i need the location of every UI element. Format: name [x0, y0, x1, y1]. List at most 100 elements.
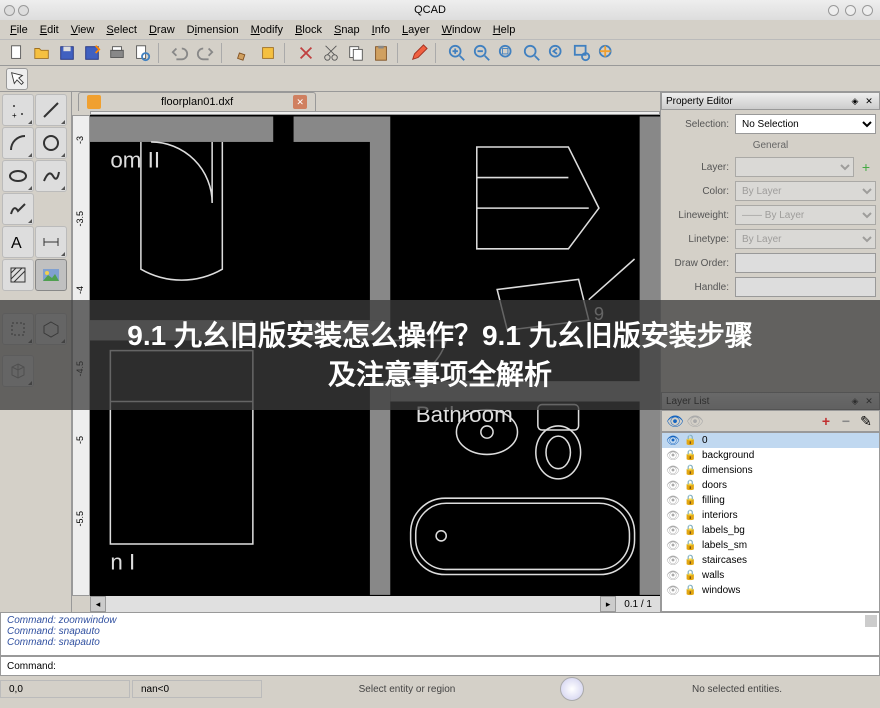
- menu-modify[interactable]: Modify: [247, 22, 287, 38]
- menu-layer[interactable]: Layer: [398, 22, 434, 38]
- lock-icon[interactable]: 🔒: [684, 435, 698, 446]
- eye-icon[interactable]: 👁: [666, 479, 680, 492]
- window-close-button[interactable]: [862, 5, 873, 16]
- eye-icon[interactable]: 👁: [666, 554, 680, 567]
- paste-button[interactable]: [370, 42, 392, 64]
- linetype-dropdown[interactable]: By Layer: [735, 229, 876, 249]
- layer-hideall-icon[interactable]: 👁: [686, 412, 704, 430]
- circle-tool[interactable]: [35, 127, 67, 159]
- menu-edit[interactable]: Edit: [36, 22, 63, 38]
- layer-item[interactable]: 👁🔒0: [662, 433, 879, 448]
- selection-dropdown[interactable]: No Selection: [735, 114, 876, 134]
- eye-icon[interactable]: 👁: [666, 539, 680, 552]
- fill-button[interactable]: [257, 42, 279, 64]
- menu-file[interactable]: File: [6, 22, 32, 38]
- zoom-prev-button[interactable]: [546, 42, 568, 64]
- layer-item[interactable]: 👁🔒windows: [662, 583, 879, 598]
- menu-help[interactable]: Help: [489, 22, 520, 38]
- doc-close-button[interactable]: ✕: [293, 95, 307, 109]
- lock-icon[interactable]: 🔒: [684, 450, 698, 461]
- add-layer-button[interactable]: +: [856, 157, 876, 177]
- lock-icon[interactable]: 🔒: [684, 465, 698, 476]
- menu-draw[interactable]: Draw: [145, 22, 179, 38]
- layer-add-button[interactable]: +: [817, 412, 835, 430]
- scroll-right-button[interactable]: ▸: [600, 596, 616, 612]
- zoom-extents-button[interactable]: [496, 42, 518, 64]
- open-button[interactable]: [31, 42, 53, 64]
- eye-icon[interactable]: 👁: [666, 449, 680, 462]
- menu-snap[interactable]: Snap: [330, 22, 364, 38]
- menu-info[interactable]: Info: [368, 22, 394, 38]
- window-pin-button[interactable]: [18, 5, 29, 16]
- lock-icon[interactable]: 🔒: [684, 570, 698, 581]
- spline-tool[interactable]: [35, 160, 67, 192]
- polyline-tool[interactable]: [2, 193, 34, 225]
- color-dropdown[interactable]: By Layer: [735, 181, 876, 201]
- menu-block[interactable]: Block: [291, 22, 326, 38]
- save-button[interactable]: [56, 42, 78, 64]
- eye-icon[interactable]: 👁: [666, 584, 680, 597]
- eye-icon[interactable]: 👁: [666, 434, 680, 447]
- layer-item[interactable]: 👁🔒staircases: [662, 553, 879, 568]
- handle-input[interactable]: [735, 277, 876, 297]
- menu-select[interactable]: Select: [102, 22, 141, 38]
- eye-icon[interactable]: 👁: [666, 569, 680, 582]
- redo-button[interactable]: [194, 42, 216, 64]
- layer-dropdown[interactable]: [735, 157, 854, 177]
- zoom-in-button[interactable]: [446, 42, 468, 64]
- scroll-left-button[interactable]: ◂: [90, 596, 106, 612]
- selection-cursor-button[interactable]: [6, 68, 28, 90]
- lock-icon[interactable]: 🔒: [684, 540, 698, 551]
- eye-icon[interactable]: 👁: [666, 524, 680, 537]
- lock-icon[interactable]: 🔒: [684, 555, 698, 566]
- copy-button[interactable]: [345, 42, 367, 64]
- layer-item[interactable]: 👁🔒dimensions: [662, 463, 879, 478]
- point-tool[interactable]: +: [2, 94, 34, 126]
- lineweight-dropdown[interactable]: —— By Layer: [735, 205, 876, 225]
- layer-remove-button[interactable]: −: [837, 412, 855, 430]
- layer-item[interactable]: 👁🔒labels_bg: [662, 523, 879, 538]
- lock-icon[interactable]: 🔒: [684, 480, 698, 491]
- edit-button[interactable]: [408, 42, 430, 64]
- eye-icon[interactable]: 👁: [666, 464, 680, 477]
- delete-button[interactable]: [295, 42, 317, 64]
- printpreview-button[interactable]: [131, 42, 153, 64]
- eye-icon[interactable]: 👁: [666, 509, 680, 522]
- layer-item[interactable]: 👁🔒labels_sm: [662, 538, 879, 553]
- draworder-input[interactable]: [735, 253, 876, 273]
- layer-item[interactable]: 👁🔒filling: [662, 493, 879, 508]
- layer-item[interactable]: 👁🔒background: [662, 448, 879, 463]
- pan-button[interactable]: [596, 42, 618, 64]
- layer-item[interactable]: 👁🔒doors: [662, 478, 879, 493]
- menu-window[interactable]: Window: [438, 22, 485, 38]
- command-input[interactable]: [60, 661, 873, 672]
- layer-edit-button[interactable]: ✎: [857, 412, 875, 430]
- print-button[interactable]: [106, 42, 128, 64]
- lock-icon[interactable]: 🔒: [684, 510, 698, 521]
- window-maximize-button[interactable]: [845, 5, 856, 16]
- layer-item[interactable]: 👁🔒walls: [662, 568, 879, 583]
- hatch-tool[interactable]: [2, 259, 34, 291]
- zoom-out-button[interactable]: [471, 42, 493, 64]
- lock-icon[interactable]: 🔒: [684, 525, 698, 536]
- cmdlog-scroll[interactable]: [865, 615, 877, 627]
- undo-button[interactable]: [169, 42, 191, 64]
- new-button[interactable]: [6, 42, 28, 64]
- horizontal-scrollbar[interactable]: ◂ ▸ 0.1 / 1: [90, 596, 660, 612]
- panel-close-button[interactable]: ✕: [863, 95, 875, 107]
- lock-icon[interactable]: 🔒: [684, 495, 698, 506]
- saveas-button[interactable]: [81, 42, 103, 64]
- image-tool[interactable]: [35, 259, 67, 291]
- menu-dimension[interactable]: Dimension: [183, 22, 243, 38]
- arc-tool[interactable]: [2, 127, 34, 159]
- layer-item[interactable]: 👁🔒interiors: [662, 508, 879, 523]
- window-menu-button[interactable]: [4, 5, 15, 16]
- eye-icon[interactable]: 👁: [666, 494, 680, 507]
- window-minimize-button[interactable]: [828, 5, 839, 16]
- menu-view[interactable]: View: [67, 22, 99, 38]
- cut-button[interactable]: [320, 42, 342, 64]
- text-tool[interactable]: A: [2, 226, 34, 258]
- zoom-window-button[interactable]: [571, 42, 593, 64]
- dimension-tool[interactable]: [35, 226, 67, 258]
- brush-button[interactable]: [232, 42, 254, 64]
